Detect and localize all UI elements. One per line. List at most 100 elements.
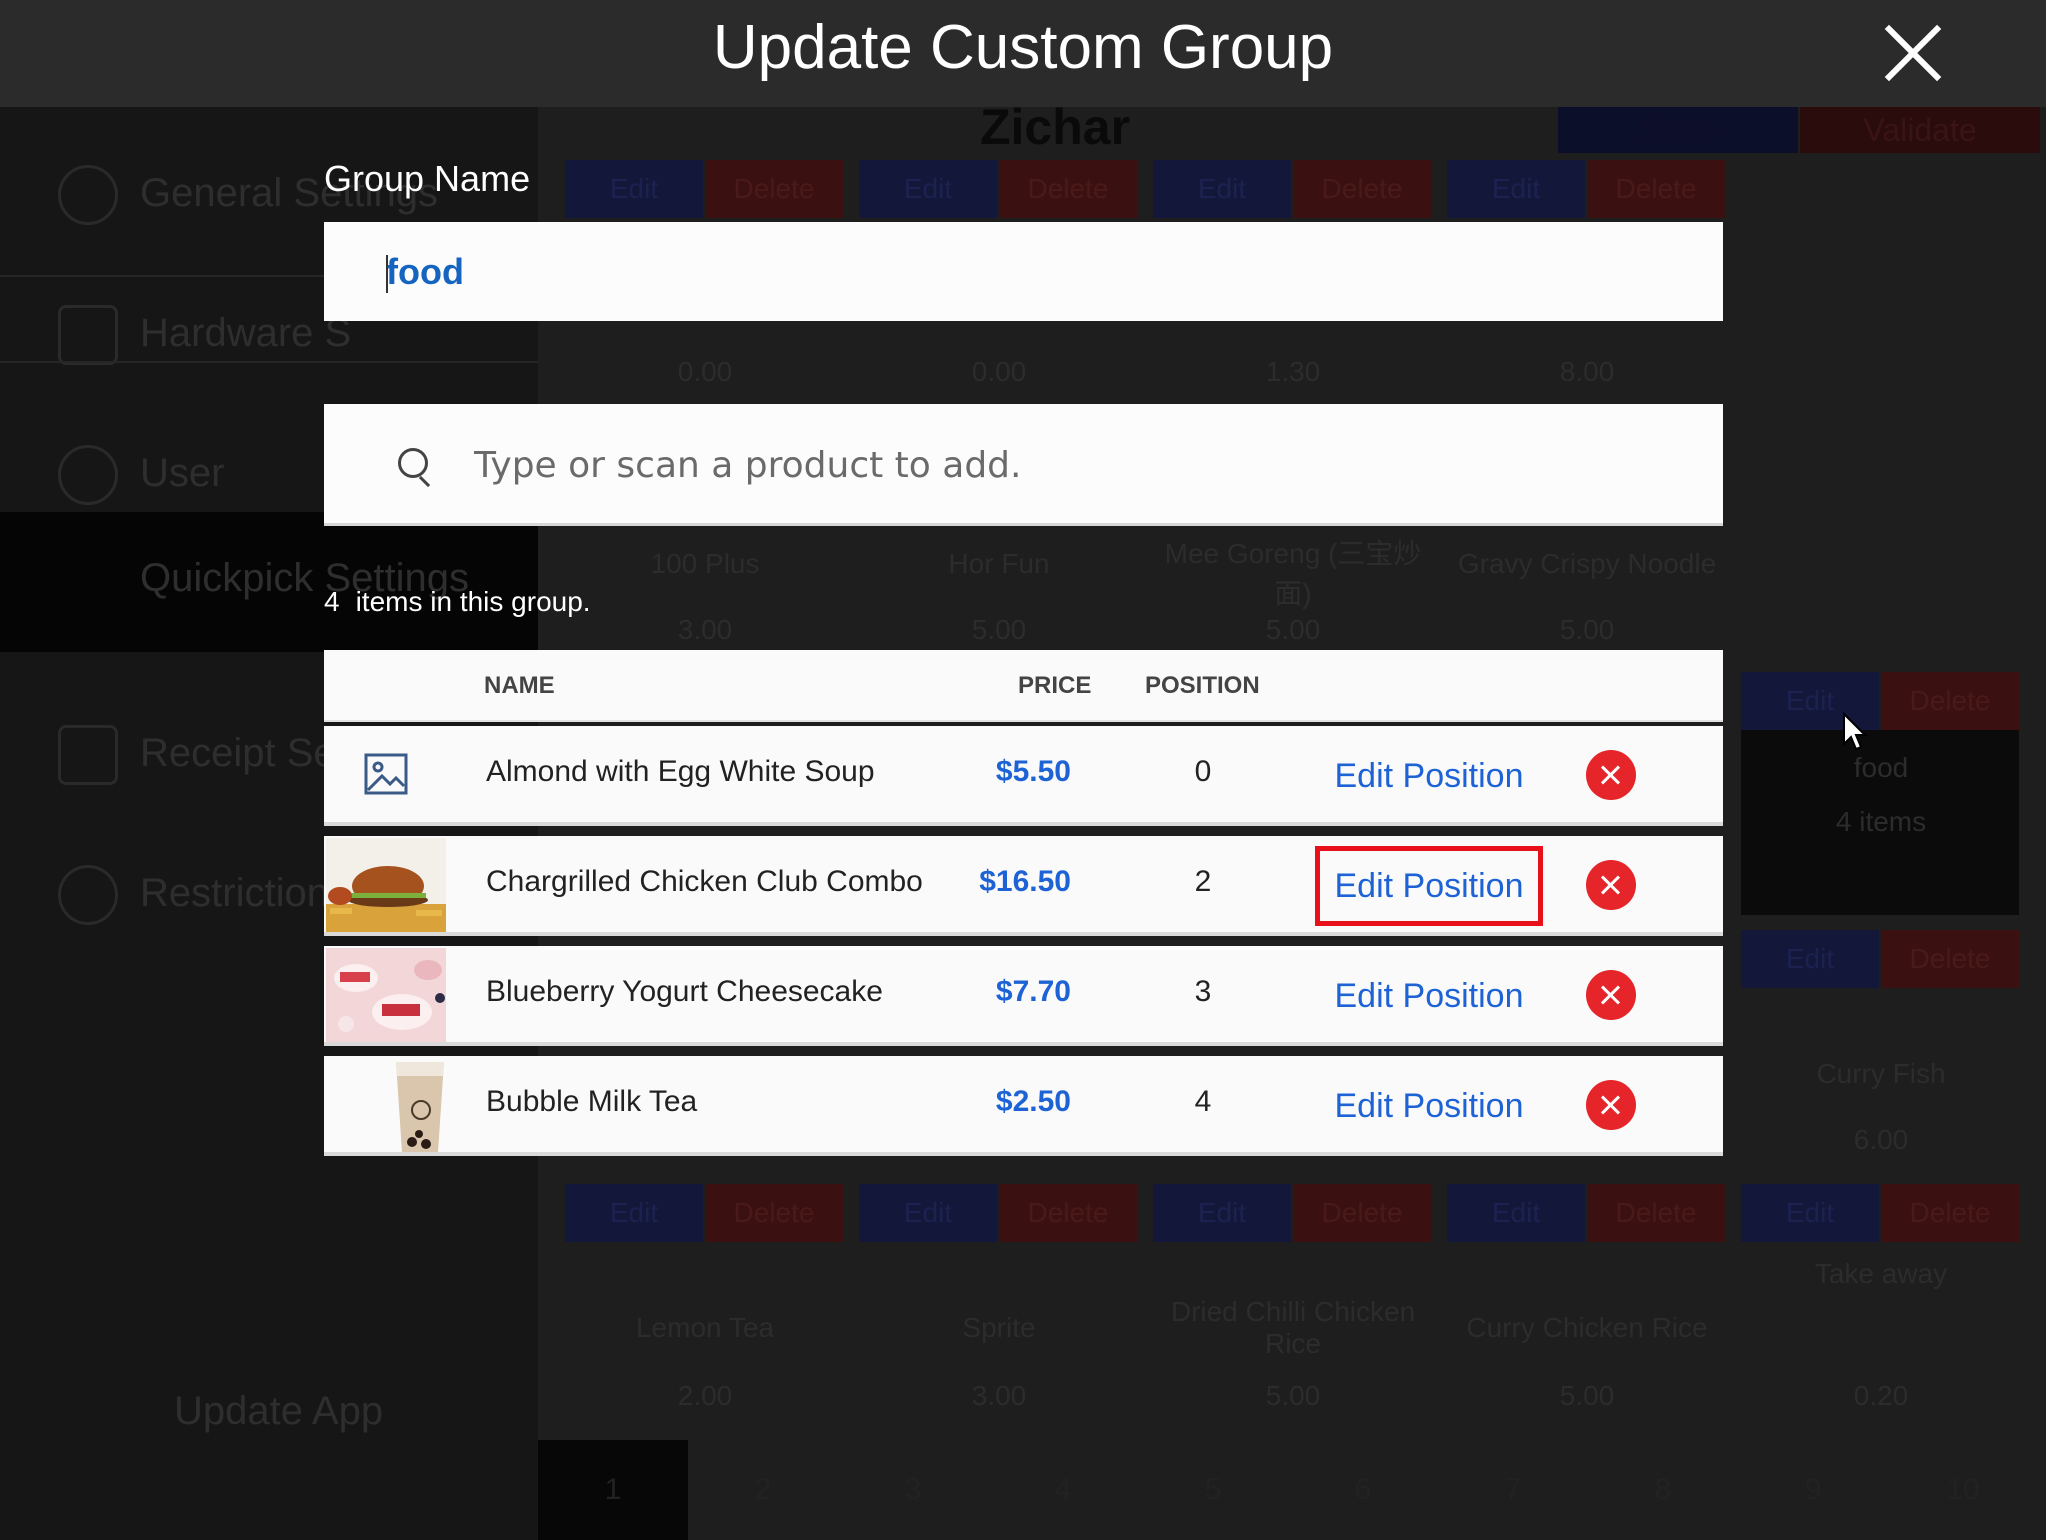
item-count-number: 4 bbox=[324, 586, 340, 617]
bg-food-tile-name: food bbox=[1853, 752, 1909, 783]
item-name: Chargrilled Chicken Club Combo bbox=[486, 865, 923, 898]
item-position: 0 bbox=[1194, 755, 1212, 788]
item-count-text: items in this group. bbox=[355, 586, 591, 617]
remove-item-icon[interactable] bbox=[1586, 1080, 1636, 1130]
item-price: $2.50 bbox=[995, 1085, 1071, 1118]
bg-delete: Delete bbox=[1587, 1184, 1725, 1242]
bg-product-name: Mee Goreng (三宝炒面) bbox=[1164, 538, 1422, 609]
divider bbox=[0, 361, 538, 363]
bg-price: 8.00 bbox=[1559, 356, 1615, 387]
bg-price: 5.00 bbox=[1265, 614, 1321, 645]
bg-price: 3.00 bbox=[971, 1380, 1027, 1411]
bg-price: 5.00 bbox=[1265, 1380, 1321, 1411]
background-validate-button: Validate bbox=[1800, 107, 2040, 153]
bg-edit: Edit bbox=[1153, 1184, 1291, 1242]
page-3: 3 bbox=[904, 1473, 922, 1506]
burger-photo bbox=[326, 838, 446, 932]
item-name: Bubble Milk Tea bbox=[486, 1085, 698, 1118]
bg-delete: Delete bbox=[1293, 1184, 1431, 1242]
bg-delete: Delete bbox=[1881, 672, 2019, 730]
table-row: Chargrilled Chicken Club Combo $16.50 2 … bbox=[324, 836, 1723, 936]
table-row: Blueberry Yogurt Cheesecake $7.70 3 Edit… bbox=[324, 946, 1723, 1046]
gear-icon bbox=[58, 165, 118, 225]
bg-price: 1.30 bbox=[1265, 356, 1321, 387]
bg-delete: Delete bbox=[1881, 930, 2019, 988]
item-price: $5.50 bbox=[995, 755, 1071, 788]
product-search-input[interactable] bbox=[472, 432, 1676, 498]
item-price: $7.70 bbox=[995, 975, 1071, 1008]
product-search-box[interactable] bbox=[324, 404, 1723, 526]
bg-edit: Edit bbox=[1153, 160, 1291, 218]
bg-edit: Edit bbox=[859, 1184, 997, 1242]
mouse-cursor-icon bbox=[1843, 712, 1868, 751]
remove-item-icon[interactable] bbox=[1586, 970, 1636, 1020]
column-name: NAME bbox=[484, 672, 555, 699]
modal-header: Update Custom Group bbox=[0, 0, 2046, 107]
close-icon[interactable] bbox=[1880, 20, 1946, 86]
bg-price: 0.00 bbox=[677, 356, 733, 387]
item-name: Blueberry Yogurt Cheesecake bbox=[486, 975, 883, 1008]
bg-delete: Delete bbox=[1587, 160, 1725, 218]
bg-delete: Delete bbox=[705, 160, 843, 218]
column-price: PRICE bbox=[1018, 672, 1092, 699]
user-icon bbox=[58, 445, 118, 505]
restriction-icon bbox=[58, 865, 118, 925]
bg-food-tile-count: 4 items bbox=[1835, 806, 1927, 837]
bg-price: 5.00 bbox=[971, 614, 1027, 645]
bg-price: 5.00 bbox=[1559, 614, 1615, 645]
bg-price: 0.00 bbox=[971, 356, 1027, 387]
page-6: 6 bbox=[1354, 1473, 1372, 1506]
edit-position-button[interactable]: Edit Position bbox=[1315, 1066, 1543, 1146]
item-position: 2 bbox=[1194, 865, 1212, 898]
background-save-button: Save bbox=[1558, 107, 1798, 153]
page-2: 2 bbox=[754, 1473, 772, 1506]
page-5: 5 bbox=[1204, 1473, 1222, 1506]
milk-tea-photo bbox=[326, 1058, 446, 1152]
table-header: NAME PRICE POSITION bbox=[324, 650, 1723, 722]
bg-product-name: Sprite bbox=[962, 1312, 1036, 1343]
item-position: 4 bbox=[1194, 1085, 1212, 1118]
page-7: 7 bbox=[1504, 1473, 1522, 1506]
bg-product-name: Lemon Tea bbox=[635, 1312, 775, 1343]
monitor-icon bbox=[58, 305, 118, 365]
remove-item-icon[interactable] bbox=[1586, 750, 1636, 800]
bg-delete: Delete bbox=[999, 160, 1137, 218]
bg-delete: Delete bbox=[1881, 1184, 2019, 1242]
edit-position-button[interactable]: Edit Position bbox=[1315, 956, 1543, 1036]
pagination: 1 2 3 4 5 6 7 8 9 10 bbox=[538, 1440, 2046, 1540]
bg-delete: Delete bbox=[705, 1184, 843, 1242]
bg-product-name: Gravy Crispy Noodle bbox=[1457, 548, 1717, 579]
item-name: Almond with Egg White Soup bbox=[486, 755, 875, 788]
table-row: Almond with Egg White Soup $5.50 0 Edit … bbox=[324, 726, 1723, 826]
receipt-icon bbox=[58, 725, 118, 785]
remove-item-icon[interactable] bbox=[1586, 860, 1636, 910]
item-position: 3 bbox=[1194, 975, 1212, 1008]
edit-position-button[interactable]: Edit Position bbox=[1315, 736, 1543, 816]
column-position: POSITION bbox=[1145, 672, 1260, 699]
bg-product-name: Curry Fish bbox=[1816, 1058, 1946, 1089]
bg-product-name: Curry Chicken Rice bbox=[1466, 1312, 1708, 1343]
bg-price: 3.00 bbox=[677, 614, 733, 645]
group-name-input[interactable] bbox=[324, 222, 1723, 321]
bg-edit: Edit bbox=[859, 160, 997, 218]
item-count: 4 items in this group. bbox=[324, 586, 591, 618]
bg-product-name: Dried Chilli Chicken Rice bbox=[1170, 1296, 1416, 1359]
bg-edit: Edit bbox=[1447, 1184, 1585, 1242]
sidebar-item-quickpick: Quickpick Settings bbox=[0, 512, 538, 652]
table-row: Bubble Milk Tea $2.50 4 Edit Position bbox=[324, 1056, 1723, 1156]
bg-edit: Edit bbox=[565, 160, 703, 218]
bg-edit: Edit bbox=[1447, 160, 1585, 218]
group-name-label: Group Name bbox=[324, 158, 531, 199]
bg-price: 0.20 bbox=[1853, 1380, 1909, 1411]
page-9: 9 bbox=[1804, 1473, 1822, 1506]
search-icon bbox=[398, 448, 428, 478]
page-4: 4 bbox=[1054, 1473, 1072, 1506]
edit-position-button-highlighted[interactable]: Edit Position bbox=[1315, 846, 1543, 926]
bg-edit: Edit bbox=[565, 1184, 703, 1242]
bg-price: 2.00 bbox=[677, 1380, 733, 1411]
page-1: 1 bbox=[538, 1440, 688, 1540]
text-caret bbox=[386, 255, 388, 293]
cheesecake-photo bbox=[326, 948, 446, 1042]
bg-delete: Delete bbox=[1293, 160, 1431, 218]
bg-product-name: Hor Fun bbox=[948, 548, 1050, 579]
